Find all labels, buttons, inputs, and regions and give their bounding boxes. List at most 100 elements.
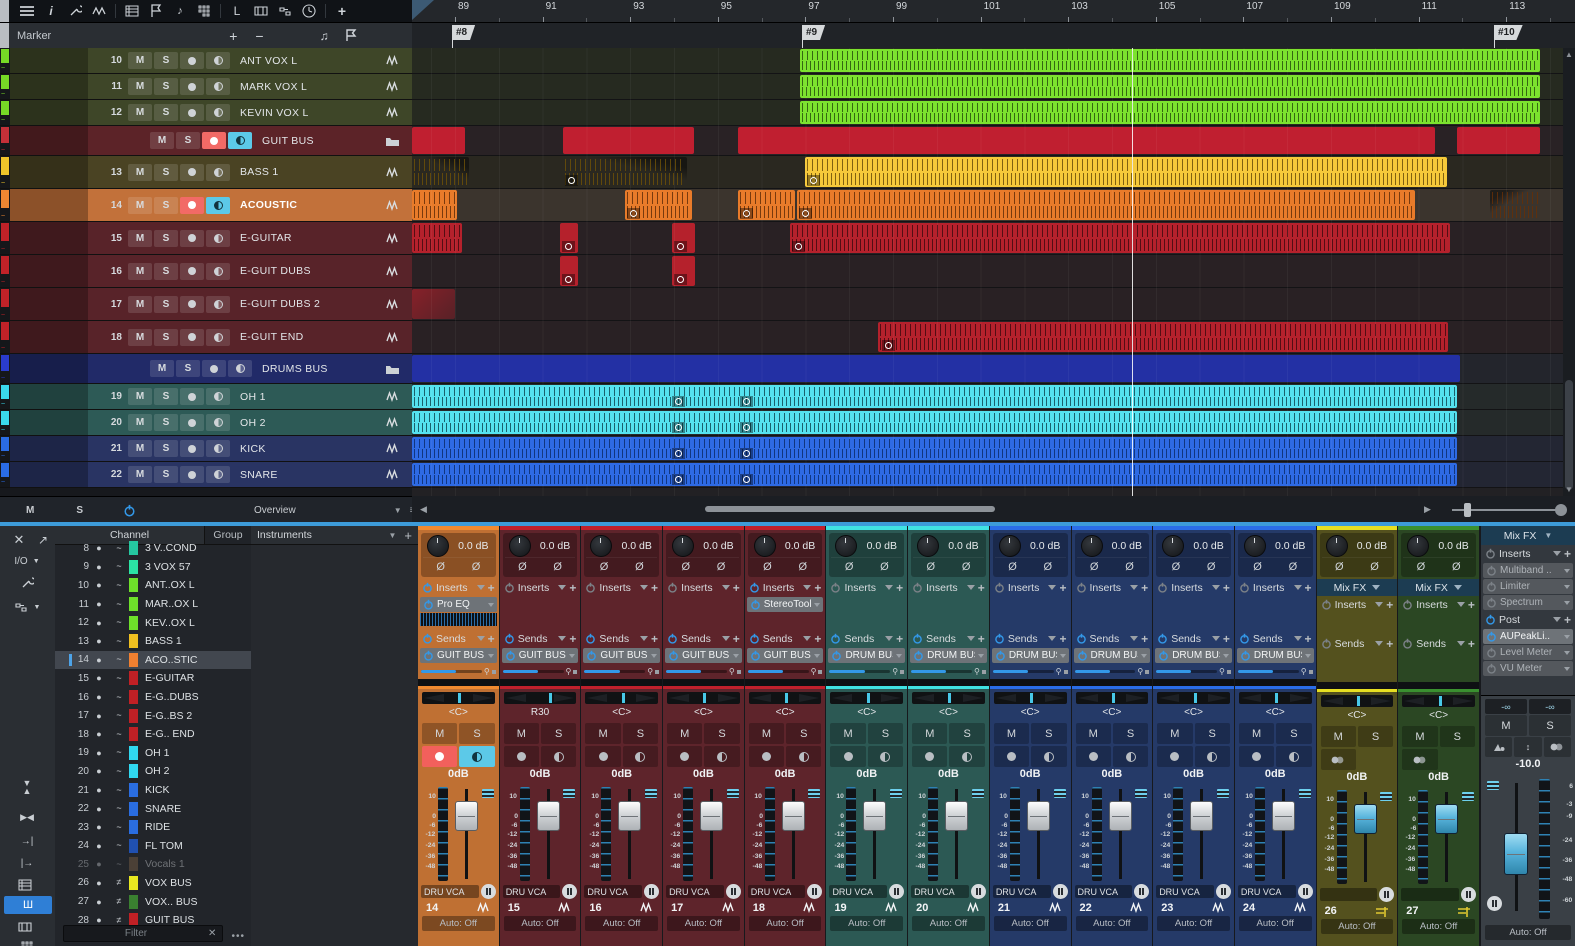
add-button[interactable]: + [569, 632, 576, 646]
fader-cap[interactable] [455, 801, 478, 831]
gain-knob[interactable] [1081, 535, 1103, 557]
solo-button[interactable]: S [154, 230, 178, 247]
solo-button[interactable]: S [786, 723, 821, 744]
activate-dot[interactable]: ● [89, 580, 109, 590]
power-icon[interactable] [668, 650, 679, 661]
audio-clip[interactable] [412, 289, 455, 319]
power-icon[interactable] [1321, 638, 1332, 649]
vca-assignment[interactable] [1320, 888, 1378, 901]
power-icon[interactable] [1402, 599, 1413, 610]
clip-gear-handle[interactable] [792, 241, 805, 252]
phase-invert-left[interactable]: Ø [1077, 558, 1112, 575]
chevron-down-icon[interactable] [1130, 636, 1138, 641]
chevron-down-icon[interactable] [1294, 636, 1302, 641]
clip-gear-handle[interactable] [740, 208, 753, 219]
record-arm-button[interactable] [180, 329, 204, 346]
clip-gear-handle[interactable] [627, 208, 640, 219]
film-icon[interactable] [249, 2, 273, 20]
monitor-button[interactable] [206, 440, 230, 457]
note-icon[interactable]: ♪ [168, 2, 192, 20]
inserts-header[interactable]: Inserts+ [663, 579, 744, 596]
chevron-down-icon[interactable] [885, 636, 893, 641]
audio-clip[interactable] [805, 157, 1447, 187]
audio-clip[interactable] [800, 101, 1540, 124]
phase-invert-right[interactable]: Ø [1030, 558, 1065, 575]
sends-header[interactable]: Sends+ [826, 630, 907, 647]
clip-gear-handle[interactable] [740, 474, 753, 485]
power-icon-on[interactable] [504, 633, 515, 644]
phase-invert-right[interactable]: Ø [1357, 558, 1392, 575]
pan-slider[interactable] [667, 692, 740, 704]
solo-button[interactable]: S [541, 723, 576, 744]
phase-invert-left[interactable]: Ø [831, 558, 866, 575]
power-icon-on[interactable] [1485, 614, 1496, 625]
power-icon[interactable] [830, 582, 841, 593]
monitor-button[interactable] [206, 296, 230, 313]
monitor-button[interactable] [1031, 746, 1066, 767]
add-button[interactable]: + [1059, 581, 1066, 595]
global-mute-button[interactable]: M [26, 505, 34, 516]
io-button[interactable]: I/O▼ [4, 552, 50, 570]
power-icon[interactable] [1402, 638, 1413, 649]
power-icon-on[interactable] [1239, 633, 1250, 644]
solo-button[interactable]: S [154, 466, 178, 483]
sends-header[interactable]: Sends+ [581, 630, 662, 647]
audio-clip[interactable] [563, 127, 694, 154]
gain-knob[interactable] [427, 535, 449, 557]
add-button[interactable]: + [1141, 581, 1148, 595]
grid-icon[interactable] [192, 2, 216, 20]
sends-header[interactable]: Sends+ [1153, 630, 1234, 647]
vca-assignment[interactable]: DRU VCA [1238, 885, 1296, 898]
dim-button[interactable]: ↕ [1514, 737, 1541, 757]
compress-tracks-icon[interactable]: ▼▲ [14, 778, 40, 796]
track-row[interactable]: ~16MSE-GUIT DUBS [0, 255, 412, 288]
chevron-down-icon[interactable] [1294, 585, 1302, 590]
canvas-row-snare[interactable] [412, 462, 1575, 488]
add-button[interactable]: + [978, 581, 985, 595]
post-section-header[interactable]: Post+ [1481, 611, 1575, 628]
record-arm-button[interactable] [912, 746, 947, 767]
track-row[interactable]: ~MSDRUMS BUS [0, 354, 412, 384]
send-level-track[interactable] [748, 670, 809, 673]
mute-button[interactable]: M [912, 723, 947, 744]
record-arm-button[interactable] [749, 746, 784, 767]
main-mixfx-selector[interactable]: Mix FX ▼ [1481, 526, 1575, 545]
inserts-header[interactable]: Inserts+ [1235, 579, 1316, 596]
power-icon[interactable] [912, 582, 923, 593]
channel-row-23[interactable]: 23●~RIDE [55, 818, 251, 837]
gain-knob[interactable] [999, 535, 1021, 557]
solo-button[interactable]: S [154, 197, 178, 214]
send-pan-icon[interactable]: ⚲ [484, 667, 490, 676]
monitor-button[interactable] [1113, 746, 1148, 767]
power-icon[interactable] [1486, 565, 1497, 576]
power-icon[interactable] [1076, 582, 1087, 593]
vca-assignment[interactable]: DRU VCA [421, 885, 479, 898]
track-row[interactable]: ~19MSOH 1 [0, 384, 412, 410]
power-icon-on[interactable] [585, 633, 596, 644]
send-level-track[interactable] [1238, 670, 1299, 673]
add-button[interactable]: + [1564, 547, 1571, 561]
audio-clip[interactable] [1457, 127, 1540, 154]
audio-clip[interactable] [625, 190, 692, 220]
phase-invert-right[interactable]: Ø [1112, 558, 1147, 575]
canvas-row-oh-2[interactable] [412, 410, 1575, 436]
tempo-marker-icon[interactable]: ♫ [320, 29, 329, 43]
power-icon[interactable] [913, 650, 924, 661]
activate-dot[interactable]: ● [89, 655, 109, 665]
canvas-row-drums-bus[interactable] [412, 354, 1575, 384]
power-icon[interactable] [1240, 650, 1251, 661]
mute-button[interactable]: M [749, 723, 784, 744]
clip-gear-handle[interactable] [740, 422, 753, 433]
chevron-down-icon[interactable] [477, 636, 485, 641]
solo-button[interactable]: S [154, 263, 178, 280]
record-arm-button[interactable] [180, 230, 204, 247]
record-arm-button[interactable] [422, 746, 457, 767]
monitor-button[interactable] [228, 360, 252, 377]
send-pan-icon[interactable]: ⚲ [1301, 667, 1307, 676]
gain-knob[interactable] [590, 535, 612, 557]
solo-button[interactable]: S [1195, 723, 1230, 744]
info-icon[interactable]: i [39, 2, 63, 20]
marker-lane[interactable]: #8#9#10 [412, 23, 1575, 49]
inserts-header[interactable]: Inserts+ [581, 579, 662, 596]
activate-dot[interactable]: ● [89, 766, 109, 776]
